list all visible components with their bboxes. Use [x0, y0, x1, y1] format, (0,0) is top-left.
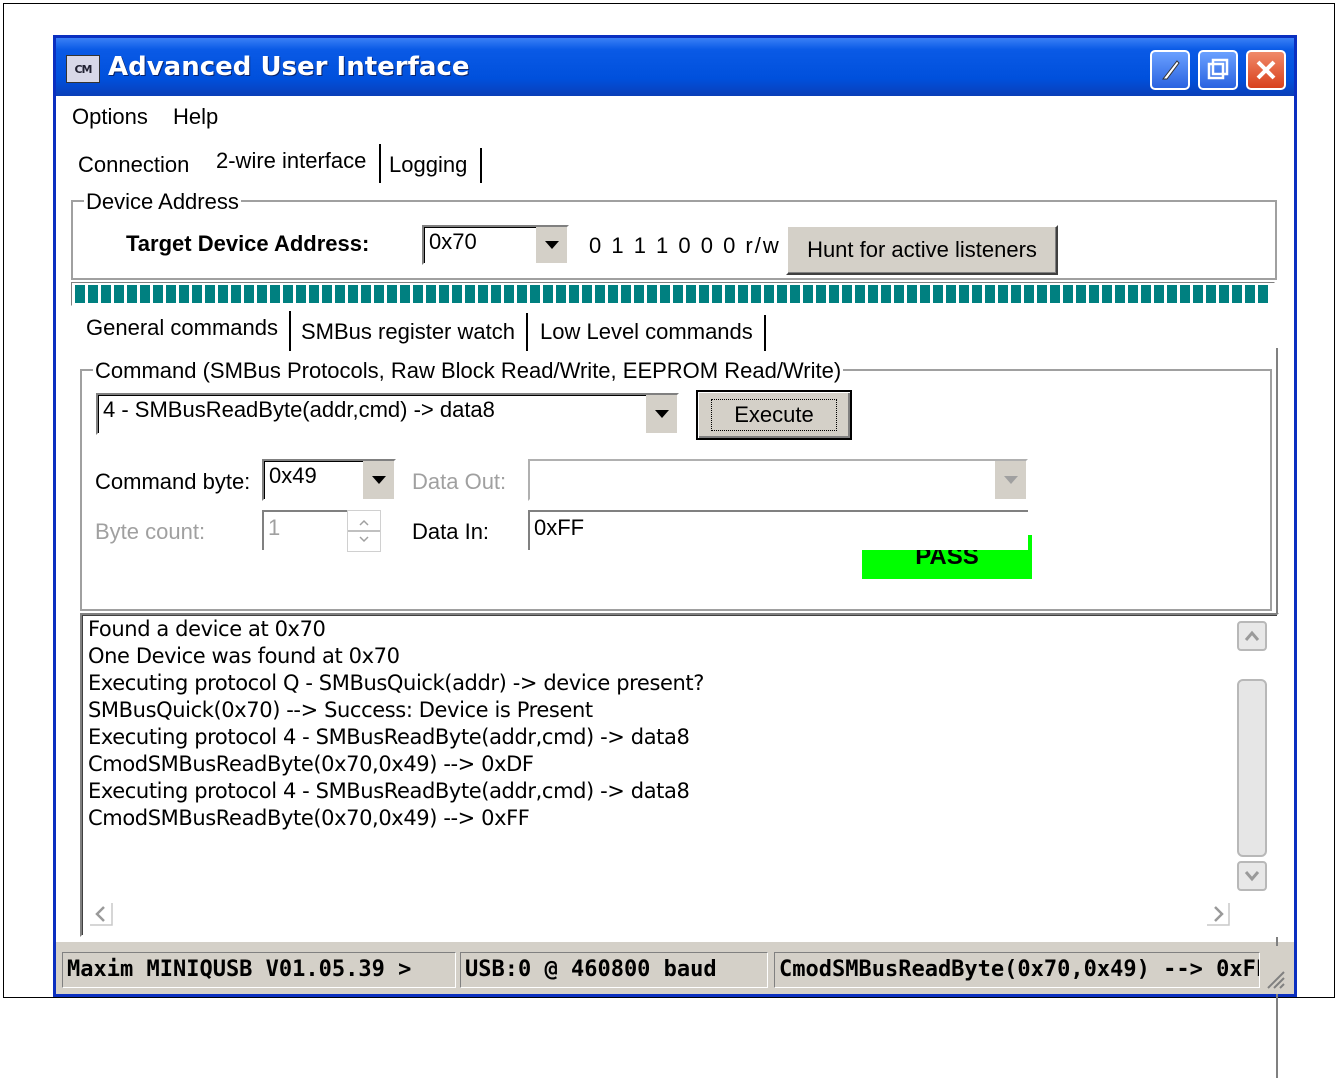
tab-separator [480, 148, 483, 184]
close-icon [1256, 60, 1276, 80]
scroll-down-button[interactable] [1237, 861, 1267, 891]
chevron-down-icon [1244, 871, 1260, 882]
tab-logging[interactable]: Logging [389, 152, 467, 178]
log-line: Found a device at 0x70 [88, 617, 326, 641]
tab-2wire-interface[interactable]: 2-wire interface [216, 148, 366, 174]
chevron-down-icon[interactable] [363, 461, 394, 499]
tab-separator [526, 313, 529, 351]
command-byte-select[interactable]: 0x49 [262, 459, 396, 501]
execute-button[interactable]: Execute [696, 390, 852, 440]
log-line: Executing protocol Q - SMBusQuick(addr) … [88, 671, 704, 695]
execute-button-label: Execute [711, 399, 837, 431]
data-out-select[interactable] [528, 459, 1028, 501]
data-in-label: Data In: [412, 519, 490, 544]
restore-icon [1207, 58, 1229, 80]
status-last-command: CmodSMBusReadByte(0x70,0x49) --> 0xFF [774, 952, 1260, 988]
command-group-label: Command (SMBus Protocols, Raw Block Read… [93, 358, 844, 384]
log-output[interactable]: Found a device at 0x70 One Device was fo… [80, 613, 1279, 937]
menu-options[interactable]: Options [72, 104, 148, 130]
progress-fill [75, 285, 1271, 303]
target-address-value: 0x70 [429, 229, 477, 254]
address-bits: 0 1 1 1 0 0 0 r/w [589, 233, 781, 258]
progress-bar [71, 282, 1275, 306]
hunt-listeners-button[interactable]: Hunt for active listeners [786, 225, 1058, 275]
app-icon: CM [66, 55, 100, 83]
tab-separator [379, 144, 382, 184]
target-address-select[interactable]: 0x70 [422, 225, 569, 265]
app-window: CM Advanced User Interface Options Help … [53, 35, 1297, 1078]
log-vertical-scrollbar[interactable] [1237, 621, 1267, 925]
status-device-version: Maxim MINIQUSB V01.05.39 > [62, 952, 456, 988]
device-address-label: Device Address [84, 189, 241, 215]
window-title: Advanced User Interface [108, 52, 470, 82]
log-line: CmodSMBusReadByte(0x70,0x49) --> 0xFF [88, 806, 530, 830]
scroll-right-icon[interactable] [1203, 899, 1233, 929]
command-byte-label: Command byte: [95, 469, 251, 494]
log-line: CmodSMBusReadByte(0x70,0x49) --> 0xDF [88, 752, 534, 776]
tab-separator [764, 315, 767, 351]
command-byte-value: 0x49 [269, 463, 317, 488]
chevron-up-icon [1244, 630, 1260, 641]
command-select[interactable]: 4 - SMBusReadByte(addr,cmd) -> data8 [96, 393, 679, 435]
spinner-arrows-icon [348, 519, 380, 543]
target-address-label: Target Device Address: [126, 231, 370, 256]
byte-count-spinner[interactable] [347, 510, 381, 552]
status-usb-baud: USB:0 @ 460800 baud [460, 952, 768, 988]
command-select-value: 4 - SMBusReadByte(addr,cmd) -> data8 [103, 397, 495, 422]
minimize-icon [1161, 60, 1180, 80]
scroll-up-button[interactable] [1237, 621, 1267, 651]
menu-bar: Options Help [56, 96, 1294, 140]
tab-smbus-register-watch[interactable]: SMBus register watch [301, 319, 515, 345]
tab-connection[interactable]: Connection [78, 152, 189, 178]
byte-count-label: Byte count: [95, 519, 206, 544]
scroll-left-icon[interactable] [86, 899, 116, 929]
resize-grip-icon[interactable] [1262, 966, 1286, 990]
log-line: One Device was found at 0x70 [88, 644, 400, 668]
chevron-down-icon[interactable] [646, 395, 677, 433]
chevron-down-icon[interactable] [536, 227, 567, 263]
data-in-field[interactable]: 0xFF [528, 510, 1028, 550]
tab-panel: Device Address Target Device Address: 0x… [56, 183, 1294, 1078]
restore-button[interactable] [1198, 50, 1238, 90]
log-line: SMBusQuick(0x70) --> Success: Device is … [88, 698, 593, 722]
status-bar: Maxim MINIQUSB V01.05.39 > USB:0 @ 46080… [56, 946, 1294, 994]
chevron-down-icon[interactable] [995, 461, 1026, 499]
minimize-button[interactable] [1150, 50, 1190, 90]
tab-separator [289, 311, 292, 351]
log-line: Executing protocol 4 - SMBusReadByte(add… [88, 779, 690, 803]
log-line: Executing protocol 4 - SMBusReadByte(add… [88, 725, 690, 749]
data-out-label: Data Out: [412, 469, 507, 494]
byte-count-input[interactable]: 1 [262, 510, 352, 550]
title-bar[interactable]: CM Advanced User Interface [56, 38, 1294, 96]
tab-general-commands[interactable]: General commands [86, 315, 278, 341]
scroll-thumb[interactable] [1237, 679, 1267, 857]
close-button[interactable] [1246, 50, 1286, 90]
tab-low-level-commands[interactable]: Low Level commands [540, 319, 753, 345]
menu-help[interactable]: Help [173, 104, 218, 130]
